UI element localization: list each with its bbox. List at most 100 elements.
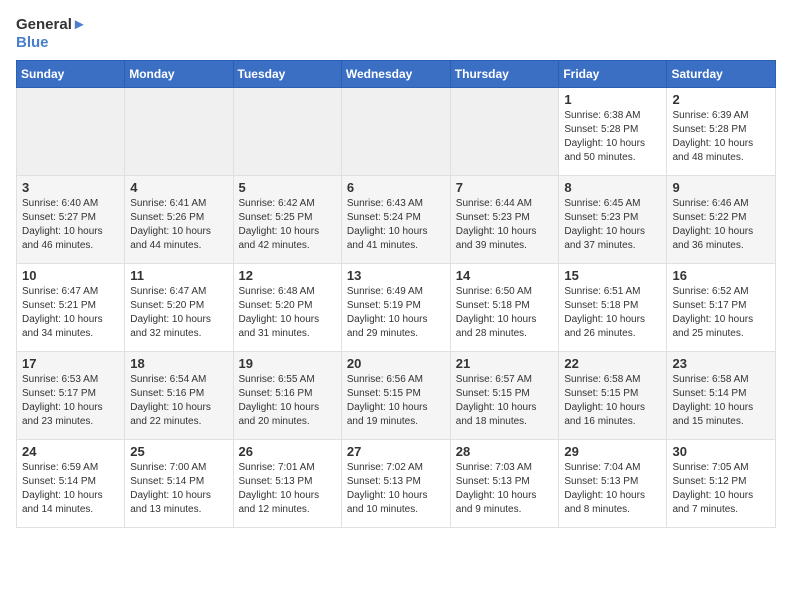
- day-number: 11: [130, 268, 227, 283]
- day-number: 16: [672, 268, 770, 283]
- calendar-cell: 6Sunrise: 6:43 AM Sunset: 5:24 PM Daylig…: [341, 176, 450, 264]
- day-number: 27: [347, 444, 445, 459]
- calendar-cell: 11 Sunrise: 6:47 AM Sunset: 5:20 PM Dayli…: [125, 264, 233, 352]
- day-number: 8: [564, 180, 661, 195]
- day-number: 10: [22, 268, 119, 283]
- calendar-header: SundayMondayTuesdayWednesdayThursdayFrid…: [17, 61, 776, 88]
- day-number: 5: [239, 180, 336, 195]
- calendar-cell: 10 Sunrise: 6:47 AM Sunset: 5:21 PM Dayli…: [17, 264, 125, 352]
- day-number: 24: [22, 444, 119, 459]
- day-info: Sunrise: 6:46 AM Sunset: 5:22 PM Dayligh…: [672, 197, 770, 253]
- calendar-body: 1Sunrise: 6:38 AM Sunset: 5:28 PM Daylig…: [17, 88, 776, 528]
- day-number: 18: [130, 356, 227, 371]
- calendar-cell: 28 Sunrise: 7:03 AM Sunset: 5:13 PM Dayli…: [450, 440, 559, 528]
- day-number: 20: [347, 356, 445, 371]
- calendar-cell: 1Sunrise: 6:38 AM Sunset: 5:28 PM Daylig…: [559, 88, 667, 176]
- calendar-cell: 5 Sunrise: 6:42 AM Sunset: 5:25 PM Daylig…: [233, 176, 341, 264]
- weekday-header-wednesday: Wednesday: [341, 61, 450, 88]
- day-number: 13: [347, 268, 445, 283]
- day-info: Sunrise: 6:56 AM Sunset: 5:15 PM Dayligh…: [347, 373, 445, 429]
- day-number: 15: [564, 268, 661, 283]
- calendar-cell: 13 Sunrise: 6:49 AM Sunset: 5:19 PM Dayli…: [341, 264, 450, 352]
- day-info: Sunrise: 6:43 AM Sunset: 5:24 PM Dayligh…: [347, 197, 445, 253]
- day-info: Sunrise: 6:50 AM Sunset: 5:18 PM Dayligh…: [456, 285, 554, 341]
- calendar-cell: 20 Sunrise: 6:56 AM Sunset: 5:15 PM Dayli…: [341, 352, 450, 440]
- day-number: 17: [22, 356, 119, 371]
- calendar-cell: 8 Sunrise: 6:45 AM Sunset: 5:23 PM Daylig…: [559, 176, 667, 264]
- day-info: Sunrise: 6:47 AM Sunset: 5:20 PM Dayligh…: [130, 285, 227, 341]
- day-info: Sunrise: 6:42 AM Sunset: 5:25 PM Dayligh…: [239, 197, 336, 253]
- weekday-header-saturday: Saturday: [667, 61, 776, 88]
- calendar-cell: 27 Sunrise: 7:02 AM Sunset: 5:13 PM Dayli…: [341, 440, 450, 528]
- day-number: 22: [564, 356, 661, 371]
- day-number: 7: [456, 180, 554, 195]
- weekday-header-row: SundayMondayTuesdayWednesdayThursdayFrid…: [17, 61, 776, 88]
- day-info: Sunrise: 6:40 AM Sunset: 5:27 PM Dayligh…: [22, 197, 119, 253]
- day-info: Sunrise: 6:51 AM Sunset: 5:18 PM Dayligh…: [564, 285, 661, 341]
- calendar-cell: 17 Sunrise: 6:53 AM Sunset: 5:17 PM Dayli…: [17, 352, 125, 440]
- day-info: Sunrise: 7:03 AM Sunset: 5:13 PM Dayligh…: [456, 461, 554, 517]
- calendar-week-5: 24 Sunrise: 6:59 AM Sunset: 5:14 PM Dayli…: [17, 440, 776, 528]
- day-info: Sunrise: 7:05 AM Sunset: 5:12 PM Dayligh…: [672, 461, 770, 517]
- day-info: Sunrise: 6:59 AM Sunset: 5:14 PM Dayligh…: [22, 461, 119, 517]
- day-info: Sunrise: 6:45 AM Sunset: 5:23 PM Dayligh…: [564, 197, 661, 253]
- day-info: Sunrise: 6:58 AM Sunset: 5:14 PM Dayligh…: [672, 373, 770, 429]
- day-info: Sunrise: 6:39 AM Sunset: 5:28 PM Dayligh…: [672, 109, 770, 165]
- calendar-cell: 23 Sunrise: 6:58 AM Sunset: 5:14 PM Dayli…: [667, 352, 776, 440]
- calendar-cell: [341, 88, 450, 176]
- calendar-cell: [125, 88, 233, 176]
- day-number: 19: [239, 356, 336, 371]
- day-number: 1: [564, 92, 661, 107]
- calendar-cell: 19 Sunrise: 6:55 AM Sunset: 5:16 PM Dayli…: [233, 352, 341, 440]
- calendar-cell: 16 Sunrise: 6:52 AM Sunset: 5:17 PM Dayli…: [667, 264, 776, 352]
- calendar-week-2: 3 Sunrise: 6:40 AM Sunset: 5:27 PM Daylig…: [17, 176, 776, 264]
- calendar-table: SundayMondayTuesdayWednesdayThursdayFrid…: [16, 60, 776, 528]
- logo: General► Blue: [16, 16, 87, 52]
- calendar-cell: 24 Sunrise: 6:59 AM Sunset: 5:14 PM Dayli…: [17, 440, 125, 528]
- weekday-header-tuesday: Tuesday: [233, 61, 341, 88]
- day-info: Sunrise: 6:53 AM Sunset: 5:17 PM Dayligh…: [22, 373, 119, 429]
- weekday-header-friday: Friday: [559, 61, 667, 88]
- day-number: 30: [672, 444, 770, 459]
- day-info: Sunrise: 6:47 AM Sunset: 5:21 PM Dayligh…: [22, 285, 119, 341]
- day-info: Sunrise: 6:44 AM Sunset: 5:23 PM Dayligh…: [456, 197, 554, 253]
- calendar-cell: 14Sunrise: 6:50 AM Sunset: 5:18 PM Dayli…: [450, 264, 559, 352]
- calendar-cell: 4 Sunrise: 6:41 AM Sunset: 5:26 PM Daylig…: [125, 176, 233, 264]
- day-info: Sunrise: 6:52 AM Sunset: 5:17 PM Dayligh…: [672, 285, 770, 341]
- day-number: 21: [456, 356, 554, 371]
- calendar-cell: [17, 88, 125, 176]
- calendar-cell: 9 Sunrise: 6:46 AM Sunset: 5:22 PM Daylig…: [667, 176, 776, 264]
- day-number: 9: [672, 180, 770, 195]
- day-number: 3: [22, 180, 119, 195]
- calendar-cell: 18 Sunrise: 6:54 AM Sunset: 5:16 PM Dayli…: [125, 352, 233, 440]
- weekday-header-sunday: Sunday: [17, 61, 125, 88]
- day-number: 28: [456, 444, 554, 459]
- day-info: Sunrise: 6:57 AM Sunset: 5:15 PM Dayligh…: [456, 373, 554, 429]
- calendar-cell: [450, 88, 559, 176]
- day-number: 29: [564, 444, 661, 459]
- calendar-cell: 7 Sunrise: 6:44 AM Sunset: 5:23 PM Daylig…: [450, 176, 559, 264]
- calendar-cell: 22Sunrise: 6:58 AM Sunset: 5:15 PM Dayli…: [559, 352, 667, 440]
- day-info: Sunrise: 7:01 AM Sunset: 5:13 PM Dayligh…: [239, 461, 336, 517]
- day-info: Sunrise: 7:04 AM Sunset: 5:13 PM Dayligh…: [564, 461, 661, 517]
- day-number: 2: [672, 92, 770, 107]
- day-number: 12: [239, 268, 336, 283]
- day-info: Sunrise: 6:49 AM Sunset: 5:19 PM Dayligh…: [347, 285, 445, 341]
- day-number: 25: [130, 444, 227, 459]
- day-number: 23: [672, 356, 770, 371]
- day-info: Sunrise: 7:02 AM Sunset: 5:13 PM Dayligh…: [347, 461, 445, 517]
- day-info: Sunrise: 7:00 AM Sunset: 5:14 PM Dayligh…: [130, 461, 227, 517]
- day-info: Sunrise: 6:41 AM Sunset: 5:26 PM Dayligh…: [130, 197, 227, 253]
- calendar-cell: 2 Sunrise: 6:39 AM Sunset: 5:28 PM Daylig…: [667, 88, 776, 176]
- calendar-week-1: 1Sunrise: 6:38 AM Sunset: 5:28 PM Daylig…: [17, 88, 776, 176]
- day-info: Sunrise: 6:55 AM Sunset: 5:16 PM Dayligh…: [239, 373, 336, 429]
- calendar-cell: [233, 88, 341, 176]
- calendar-week-3: 10 Sunrise: 6:47 AM Sunset: 5:21 PM Dayli…: [17, 264, 776, 352]
- calendar-cell: 25 Sunrise: 7:00 AM Sunset: 5:14 PM Dayli…: [125, 440, 233, 528]
- day-info: Sunrise: 6:54 AM Sunset: 5:16 PM Dayligh…: [130, 373, 227, 429]
- calendar-cell: 12 Sunrise: 6:48 AM Sunset: 5:20 PM Dayli…: [233, 264, 341, 352]
- day-info: Sunrise: 6:48 AM Sunset: 5:20 PM Dayligh…: [239, 285, 336, 341]
- calendar-cell: 21 Sunrise: 6:57 AM Sunset: 5:15 PM Dayli…: [450, 352, 559, 440]
- header: General► Blue: [16, 16, 776, 52]
- day-number: 4: [130, 180, 227, 195]
